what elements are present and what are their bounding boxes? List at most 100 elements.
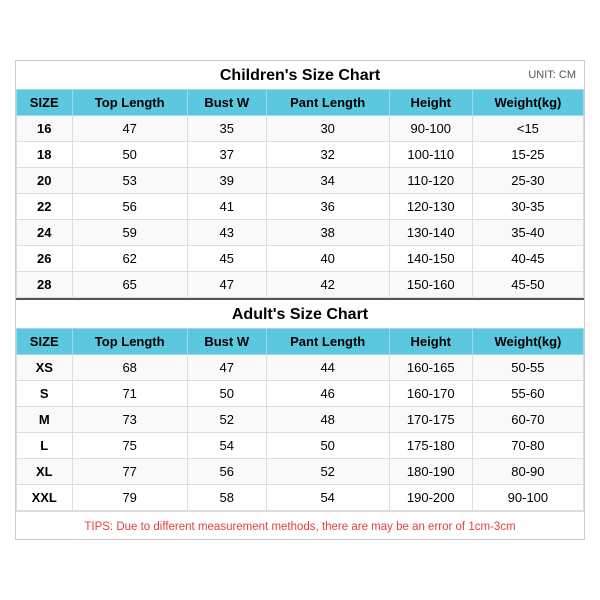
table-cell: 37 [187, 142, 266, 168]
table-cell: 80-90 [472, 459, 583, 485]
table-cell: 48 [266, 407, 389, 433]
table-row: XS684744160-16550-55 [17, 355, 584, 381]
tips-row: TIPS: Due to different measurement metho… [16, 511, 584, 539]
table-cell: 30 [266, 116, 389, 142]
table-cell: 52 [187, 407, 266, 433]
table-cell: 38 [266, 220, 389, 246]
table-cell: 50 [266, 433, 389, 459]
table-cell: 75 [72, 433, 187, 459]
table-cell: 45-50 [472, 272, 583, 298]
table-cell: 46 [266, 381, 389, 407]
adult-col-bust-w: Bust W [187, 329, 266, 355]
table-cell: 77 [72, 459, 187, 485]
table-cell: 39 [187, 168, 266, 194]
table-cell: XXL [17, 485, 73, 511]
table-cell: 54 [187, 433, 266, 459]
children-col-weight: Weight(kg) [472, 90, 583, 116]
table-cell: 50 [72, 142, 187, 168]
table-cell: 52 [266, 459, 389, 485]
table-cell: 190-200 [389, 485, 472, 511]
children-col-bust-w: Bust W [187, 90, 266, 116]
table-cell: XS [17, 355, 73, 381]
table-row: 24594338130-14035-40 [17, 220, 584, 246]
table-cell: 32 [266, 142, 389, 168]
adult-col-top-length: Top Length [72, 329, 187, 355]
table-row: L755450175-18070-80 [17, 433, 584, 459]
children-header-row: SIZE Top Length Bust W Pant Length Heigh… [17, 90, 584, 116]
children-col-pant-length: Pant Length [266, 90, 389, 116]
adult-chart-title: Adult's Size Chart [16, 306, 584, 324]
table-cell: 43 [187, 220, 266, 246]
table-cell: 40-45 [472, 246, 583, 272]
table-cell: 45 [187, 246, 266, 272]
table-cell: 40 [266, 246, 389, 272]
table-cell: XL [17, 459, 73, 485]
table-cell: 59 [72, 220, 187, 246]
table-cell: 26 [17, 246, 73, 272]
table-cell: 47 [187, 355, 266, 381]
table-cell: 65 [72, 272, 187, 298]
table-row: XXL795854190-20090-100 [17, 485, 584, 511]
table-cell: 70-80 [472, 433, 583, 459]
table-cell: 54 [266, 485, 389, 511]
table-cell: 120-130 [389, 194, 472, 220]
children-col-height: Height [389, 90, 472, 116]
table-cell: 25-30 [472, 168, 583, 194]
table-cell: 15-25 [472, 142, 583, 168]
table-row: 1647353090-100<15 [17, 116, 584, 142]
table-cell: 30-35 [472, 194, 583, 220]
table-cell: 90-100 [389, 116, 472, 142]
table-cell: 58 [187, 485, 266, 511]
table-cell: 35 [187, 116, 266, 142]
table-cell: 160-170 [389, 381, 472, 407]
children-table: SIZE Top Length Bust W Pant Length Heigh… [16, 89, 584, 298]
table-cell: 53 [72, 168, 187, 194]
table-cell: 60-70 [472, 407, 583, 433]
table-row: 22564136120-13030-35 [17, 194, 584, 220]
table-row: 18503732100-11015-25 [17, 142, 584, 168]
table-cell: 18 [17, 142, 73, 168]
table-row: S715046160-17055-60 [17, 381, 584, 407]
table-cell: L [17, 433, 73, 459]
table-row: 20533934110-12025-30 [17, 168, 584, 194]
table-cell: 130-140 [389, 220, 472, 246]
table-cell: 175-180 [389, 433, 472, 459]
adult-col-height: Height [389, 329, 472, 355]
adult-title-row: Adult's Size Chart [16, 298, 584, 328]
table-cell: 71 [72, 381, 187, 407]
adult-header-row: SIZE Top Length Bust W Pant Length Heigh… [17, 329, 584, 355]
table-row: M735248170-17560-70 [17, 407, 584, 433]
table-cell: 42 [266, 272, 389, 298]
table-row: 28654742150-16045-50 [17, 272, 584, 298]
table-cell: 41 [187, 194, 266, 220]
table-cell: 36 [266, 194, 389, 220]
table-cell: 22 [17, 194, 73, 220]
table-row: XL775652180-19080-90 [17, 459, 584, 485]
table-cell: 160-165 [389, 355, 472, 381]
table-cell: 47 [187, 272, 266, 298]
table-cell: 20 [17, 168, 73, 194]
table-cell: 79 [72, 485, 187, 511]
table-cell: 68 [72, 355, 187, 381]
table-cell: M [17, 407, 73, 433]
adult-col-pant-length: Pant Length [266, 329, 389, 355]
table-row: 26624540140-15040-45 [17, 246, 584, 272]
table-cell: 110-120 [389, 168, 472, 194]
children-chart-title: Children's Size Chart [220, 67, 380, 85]
table-cell: 50 [187, 381, 266, 407]
table-cell: 56 [72, 194, 187, 220]
table-cell: 170-175 [389, 407, 472, 433]
table-cell: <15 [472, 116, 583, 142]
table-cell: 34 [266, 168, 389, 194]
table-cell: 28 [17, 272, 73, 298]
table-cell: 62 [72, 246, 187, 272]
table-cell: 44 [266, 355, 389, 381]
table-cell: 50-55 [472, 355, 583, 381]
table-cell: S [17, 381, 73, 407]
unit-label: UNIT: CM [528, 69, 576, 81]
children-col-top-length: Top Length [72, 90, 187, 116]
children-col-size: SIZE [17, 90, 73, 116]
adult-table: SIZE Top Length Bust W Pant Length Heigh… [16, 328, 584, 511]
table-cell: 140-150 [389, 246, 472, 272]
table-cell: 16 [17, 116, 73, 142]
